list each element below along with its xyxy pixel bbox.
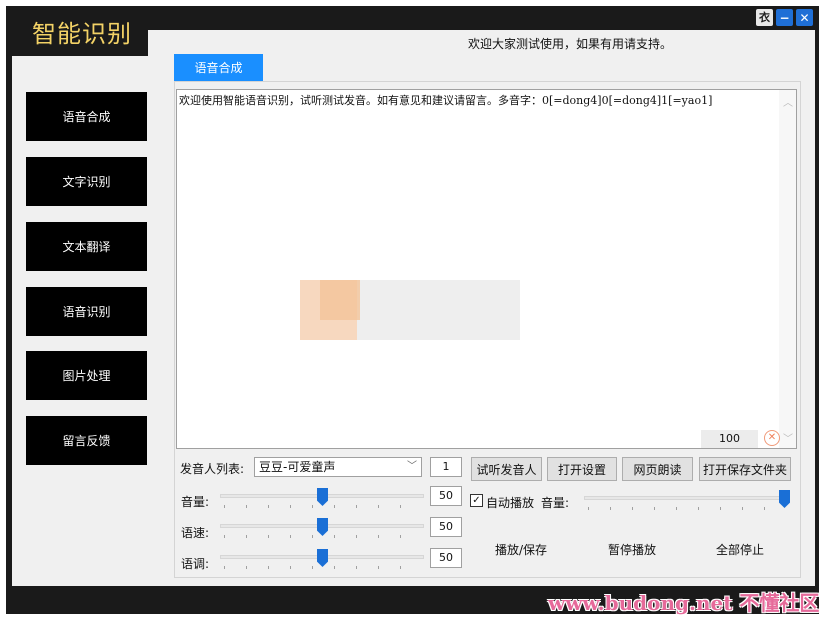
preview-speaker-button[interactable]: 试听发音人: [471, 457, 542, 481]
vertical-scrollbar[interactable]: ︿ ﹀: [779, 90, 796, 448]
speaker-select-value: 豆豆-可爱童声: [259, 460, 336, 474]
open-settings-button[interactable]: 打开设置: [547, 457, 617, 481]
speaker-count-field[interactable]: 1: [430, 457, 462, 477]
speaker-select[interactable]: 豆豆-可爱童声 ﹀: [254, 457, 422, 477]
slider-ticks: [588, 507, 786, 510]
volume-slider[interactable]: [220, 488, 424, 508]
nav-text-translation[interactable]: 文本翻译: [26, 222, 147, 271]
play-volume-label: 音量:: [541, 496, 570, 510]
clear-icon[interactable]: ✕: [764, 430, 780, 446]
auto-play-checkbox[interactable]: ✓: [470, 494, 483, 507]
pitch-label: 语调:: [181, 557, 210, 571]
chevron-up-icon[interactable]: ︿: [783, 94, 793, 109]
text-input-area[interactable]: 欢迎使用智能语音识别，试听测试发音。如有意见和建议请留言。多音字：0[=dong…: [176, 89, 797, 449]
slider-track: [584, 496, 790, 500]
speed-value-field[interactable]: 50: [430, 517, 462, 537]
nav-image-processing[interactable]: 图片处理: [26, 351, 147, 400]
input-text: 欢迎使用智能语音识别，试听测试发音。如有意见和建议请留言。多音字：0[=dong…: [179, 94, 713, 107]
welcome-message: 欢迎大家测试使用，如果有用请支持。: [468, 37, 673, 51]
speed-slider[interactable]: [220, 518, 424, 538]
close-button[interactable]: ✕: [796, 9, 813, 26]
stop-all-button[interactable]: 全部停止: [716, 541, 764, 558]
nav-text-recognition[interactable]: 文字识别: [26, 157, 147, 206]
web-read-button[interactable]: 网页朗读: [622, 457, 693, 481]
nav-feedback[interactable]: 留言反馈: [26, 416, 147, 465]
open-save-folder-button[interactable]: 打开保存文件夹: [699, 457, 791, 481]
volume-value-field[interactable]: 50: [430, 486, 462, 506]
pause-button[interactable]: 暂停播放: [608, 541, 656, 558]
speed-label: 语速:: [181, 526, 210, 540]
slider-thumb[interactable]: [317, 549, 328, 567]
speaker-list-label: 发音人列表:: [180, 462, 245, 476]
skin-icon[interactable]: 衣: [756, 9, 773, 26]
tab-speech-synthesis[interactable]: 语音合成: [174, 54, 263, 81]
watermark: www.budong.net 不懂社区: [548, 591, 820, 615]
play-volume-slider[interactable]: [584, 490, 790, 510]
app-title: 智能识别: [32, 20, 132, 48]
checkmark-icon: ✓: [472, 495, 481, 506]
volume-label: 音量:: [181, 495, 210, 509]
slider-thumb[interactable]: [317, 488, 328, 506]
chevron-down-icon: ﹀: [407, 461, 417, 472]
minimize-button[interactable]: −: [776, 9, 793, 26]
pitch-value-field[interactable]: 50: [430, 548, 462, 568]
blurred-region-accent: [320, 280, 360, 320]
chevron-down-icon[interactable]: ﹀: [783, 430, 793, 445]
nav-speech-synthesis[interactable]: 语音合成: [26, 92, 147, 141]
pitch-slider[interactable]: [220, 549, 424, 569]
char-counter: 100: [701, 430, 758, 448]
slider-thumb[interactable]: [779, 490, 790, 508]
window-controls: 衣 − ✕: [756, 9, 813, 26]
slider-thumb[interactable]: [317, 518, 328, 536]
nav-speech-recognition[interactable]: 语音识别: [26, 287, 147, 336]
play-save-button[interactable]: 播放/保存: [495, 541, 547, 558]
auto-play-label: 自动播放: [486, 496, 535, 510]
